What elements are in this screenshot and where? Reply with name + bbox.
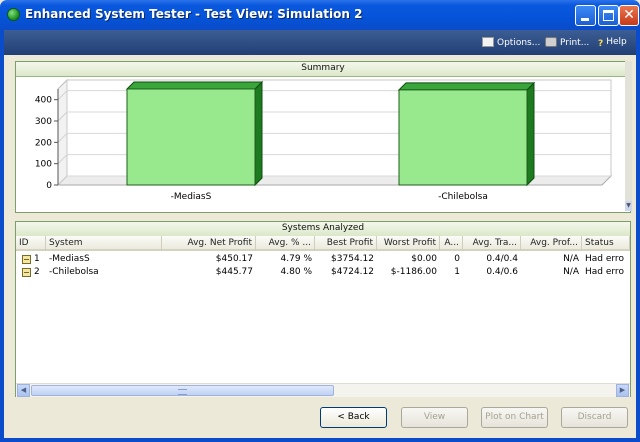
table-cell: 0.4/0.4 — [486, 254, 518, 264]
back-button[interactable]: < Back — [320, 407, 387, 428]
column-header[interactable]: ID — [16, 236, 46, 251]
minimize-icon — [581, 18, 589, 21]
view-button[interactable]: View — [401, 407, 468, 428]
systems-analyzed-panel: Systems Analyzed ID System Avg. Net Profit… — [15, 221, 631, 397]
column-header[interactable]: Status — [582, 236, 630, 251]
x-category-label: -Chilebolsa — [438, 192, 488, 202]
table-cell: -MediasS — [49, 254, 90, 264]
table-cell: 0.4/0.6 — [486, 267, 518, 277]
summary-chart: 0 100 200 300 400 -MediasS -Chilebolsa — [35, 78, 613, 202]
table-cell: -Chilebolsa — [49, 267, 99, 277]
table-cell: $445.77 — [215, 267, 253, 277]
system-icon — [22, 268, 31, 277]
toolbar: Options... Print... ? Help — [4, 30, 636, 55]
maximize-icon — [603, 10, 614, 21]
system-icon — [22, 255, 31, 264]
table-cell: 1 — [34, 254, 40, 264]
column-header[interactable]: Avg. Net Profit — [162, 236, 256, 251]
options-button[interactable]: Options... — [482, 37, 540, 48]
x-category-label: -MediasS — [171, 192, 212, 202]
bar-side — [526, 81, 535, 187]
table-cell: 4.79 % — [280, 254, 312, 264]
table-cell: N/A — [563, 254, 579, 264]
minimize-button[interactable] — [575, 5, 596, 26]
options-icon — [482, 37, 494, 47]
summary-scrollbar[interactable]: ▼ — [625, 61, 632, 211]
table-cell: $450.17 — [215, 254, 253, 264]
table-cell: Had erro — [585, 254, 624, 264]
column-header[interactable]: A... — [440, 236, 463, 251]
summary-panel: Summary 0 100 200 300 400 -MediasS -Chilebolsa — [15, 61, 631, 213]
scrollbar-grip-icon — [178, 389, 187, 395]
scroll-right-arrow-icon[interactable]: ▶ — [616, 384, 629, 397]
help-button[interactable]: ? Help — [598, 37, 627, 49]
table-cell: $-1186.00 — [390, 267, 437, 277]
y-tick-label: 400 — [35, 96, 52, 106]
table-cell: 0 — [454, 254, 460, 264]
table-cell: N/A — [563, 267, 579, 277]
table-cell: Had erro — [585, 267, 624, 277]
column-header[interactable]: Avg. Tra... — [463, 236, 521, 251]
column-header[interactable]: Worst Profit — [377, 236, 440, 251]
plot-on-chart-button[interactable]: Plot on Chart — [481, 407, 548, 428]
table-cell: $3754.12 — [331, 254, 374, 264]
table-row[interactable]: 1 -MediasS $450.17 4.79 % $3754.12 $0.00 0 0.4/… — [16, 253, 630, 266]
y-tick-label: 0 — [46, 181, 52, 191]
close-icon: ✕ — [623, 7, 635, 23]
column-header[interactable]: Avg. Prof... — [521, 236, 582, 251]
table-cell: 4.80 % — [280, 267, 312, 277]
print-button[interactable]: Print... — [545, 37, 589, 48]
summary-header: Summary — [16, 62, 630, 77]
table-cell: $0.00 — [411, 254, 437, 264]
y-tick-label: 100 — [35, 160, 52, 170]
scroll-down-arrow-icon[interactable]: ▼ — [625, 201, 632, 211]
table-cell: 2 — [34, 267, 40, 277]
maximize-button[interactable] — [598, 5, 619, 26]
title-bar: Enhanced System Tester - Test View: Simu… — [0, 0, 640, 30]
column-header[interactable]: Best Profit — [315, 236, 377, 251]
table-cell: 1 — [454, 267, 460, 277]
print-label: Print... — [560, 38, 590, 48]
scroll-left-arrow-icon[interactable]: ◀ — [17, 384, 30, 397]
bar — [126, 88, 256, 186]
list-header: ID System Avg. Net Profit Avg. % ... Best Pr… — [16, 236, 630, 251]
app-icon — [7, 8, 20, 21]
window-title: Enhanced System Tester - Test View: Simu… — [25, 7, 363, 21]
column-header[interactable]: Avg. % ... — [256, 236, 315, 251]
help-label: Help — [606, 37, 627, 47]
discard-button[interactable]: Discard — [561, 407, 628, 428]
bar-top — [125, 81, 264, 90]
close-button[interactable]: ✕ — [619, 5, 639, 26]
y-tick-label: 300 — [35, 117, 52, 127]
bar — [398, 89, 528, 186]
table-cell: $4724.12 — [331, 267, 374, 277]
table-row[interactable]: 2 -Chilebolsa $445.77 4.80 % $4724.12 $-1186.… — [16, 266, 630, 279]
y-tick-label: 200 — [35, 138, 52, 148]
bar-side — [254, 80, 263, 187]
column-header[interactable]: System — [46, 236, 162, 251]
horizontal-scrollbar[interactable]: ◀ ▶ — [16, 383, 630, 397]
help-icon: ? — [598, 39, 604, 49]
systems-analyzed-header: Systems Analyzed — [16, 222, 630, 237]
scrollbar-thumb[interactable] — [31, 385, 334, 396]
bar-top — [397, 82, 536, 91]
printer-icon — [545, 37, 557, 47]
options-label: Options... — [497, 38, 541, 48]
